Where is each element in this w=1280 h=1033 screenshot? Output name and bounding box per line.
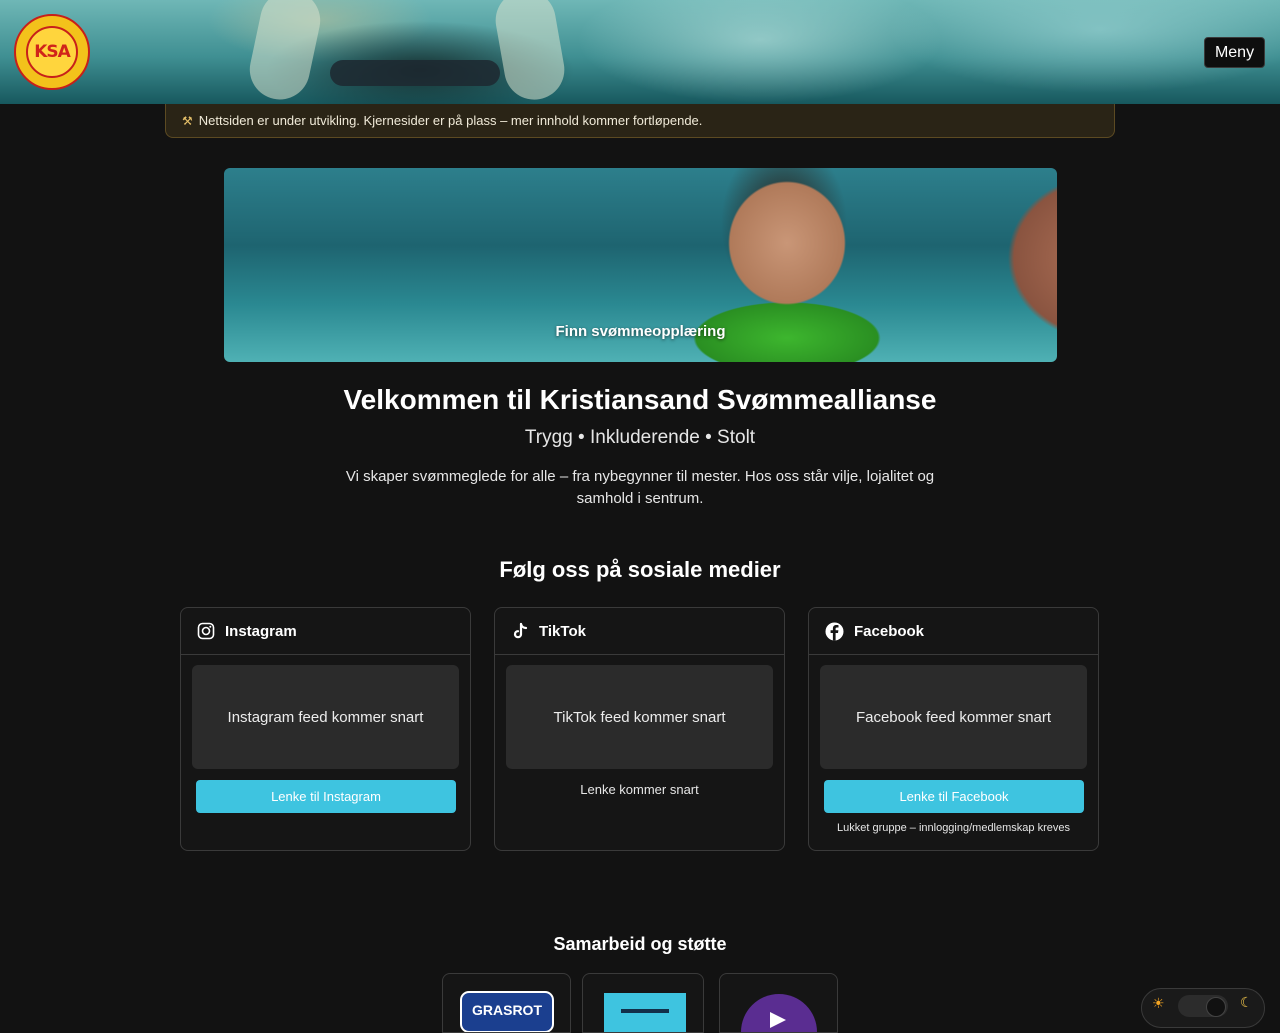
sun-icon: ☀ — [1152, 996, 1165, 1012]
partner-logo-3[interactable] — [719, 973, 838, 1033]
facebook-card-title: Facebook — [854, 622, 925, 640]
partner-logo-2[interactable] — [582, 973, 704, 1033]
facebook-card: Facebook Facebook feed kommer snart Lenk… — [808, 607, 1099, 851]
instagram-card: Instagram Instagram feed kommer snart Le… — [180, 607, 471, 851]
partner-grasrot[interactable]: GRASROT — [442, 973, 571, 1033]
facebook-feed-placeholder: Facebook feed kommer snart — [820, 665, 1087, 769]
instagram-card-header: Instagram — [181, 608, 470, 655]
construction-icon: ⚒ — [182, 113, 193, 128]
partners-title: Samarbeid og støtte — [553, 934, 727, 954]
club-logo[interactable]: KSA — [14, 14, 90, 90]
development-notice: ⚒ Nettsiden er under utvikling. Kjernesi… — [165, 104, 1115, 138]
intro-text: Vi skaper svømmeglede for alle – fra nyb… — [345, 468, 935, 507]
facebook-group-note: Lukket gruppe – innlogging/medlemskap kr… — [837, 822, 1070, 834]
page-title: Velkommen til Kristiansand Svømmeallians… — [343, 384, 937, 415]
notice-text: Nettsiden er under utvikling. Kjerneside… — [198, 113, 703, 128]
theme-toggle-track[interactable] — [1178, 995, 1228, 1017]
grasrot-logo: GRASROT — [460, 991, 554, 1032]
theme-toggle-knob[interactable] — [1206, 997, 1226, 1017]
social-section-title: Følg oss på sosiale medier — [499, 557, 781, 582]
tagline: Trygg • Inkluderende • Stolt — [524, 427, 756, 448]
instagram-card-title: Instagram — [225, 622, 297, 640]
instagram-link-button[interactable]: Lenke til Instagram — [196, 780, 456, 813]
instagram-feed-placeholder: Instagram feed kommer snart — [192, 665, 459, 769]
grasrot-logo-text: GRASROT — [472, 1002, 542, 1018]
instagram-icon — [197, 622, 215, 640]
partner-logo-3-image — [741, 994, 817, 1032]
partner-logo-2-image — [604, 993, 686, 1032]
tiktok-feed-placeholder: TikTok feed kommer snart — [506, 665, 773, 769]
header-banner: KSA Meny — [0, 0, 1280, 104]
moon-icon: ☾ — [1240, 995, 1253, 1011]
club-logo-text: KSA — [26, 26, 78, 78]
hero-label: Finn svømmeopplæring — [555, 323, 726, 340]
tiktok-card-title: TikTok — [539, 622, 586, 640]
menu-button[interactable]: Meny — [1204, 37, 1265, 68]
tiktok-card-header: TikTok — [495, 608, 784, 655]
facebook-link-button[interactable]: Lenke til Facebook — [824, 780, 1084, 813]
theme-toggle[interactable]: ☀ ☾ — [1141, 988, 1265, 1028]
tiktok-link-pending: Lenke kommer snart — [580, 782, 699, 797]
facebook-card-header: Facebook — [809, 608, 1098, 655]
facebook-icon — [825, 622, 844, 640]
tiktok-icon — [513, 622, 528, 639]
hero-swim-lessons-banner[interactable]: Finn svømmeopplæring — [224, 168, 1057, 362]
tiktok-card: TikTok TikTok feed kommer snart Lenke ko… — [494, 607, 785, 851]
